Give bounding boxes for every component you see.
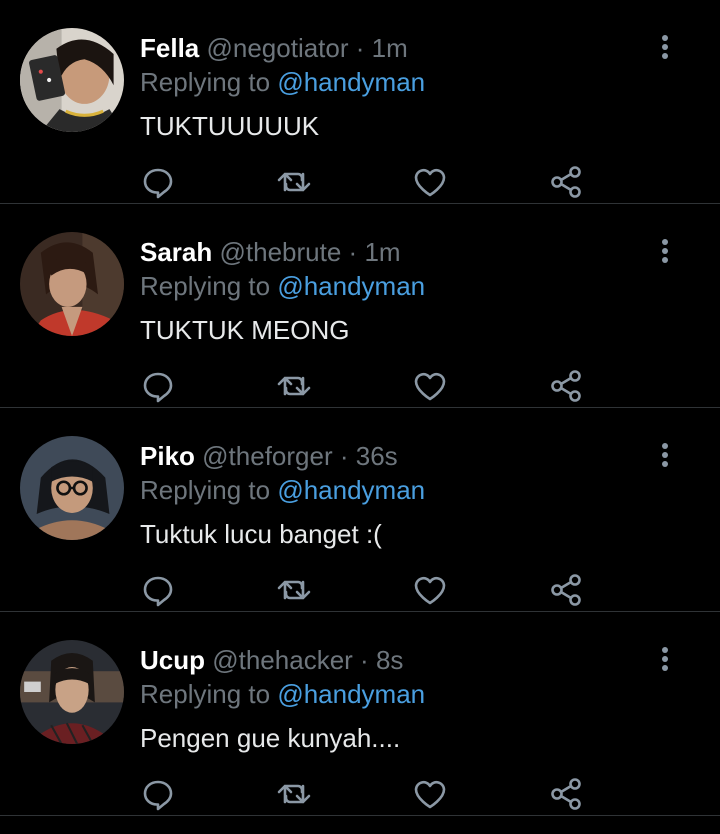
display-name[interactable]: Fella	[140, 33, 199, 63]
heart-icon[interactable]	[410, 366, 450, 406]
display-name[interactable]: Ucup	[140, 645, 205, 675]
tweet-text: Pengen gue kunyah....	[140, 723, 401, 753]
tweet-actions	[0, 774, 720, 814]
reply-icon[interactable]	[138, 162, 178, 202]
mention-link[interactable]: @handyman	[277, 475, 425, 505]
share-icon[interactable]	[546, 162, 586, 202]
timestamp[interactable]: 1m	[364, 237, 400, 267]
replying-to-label: Replying to	[140, 475, 271, 505]
tweet[interactable]: Piko @theforger · 36s Replying to @handy…	[0, 408, 720, 612]
reply-icon[interactable]	[138, 774, 178, 814]
separator-dot: ·	[360, 645, 369, 675]
reply-icon[interactable]	[138, 366, 178, 406]
retweet-icon[interactable]	[274, 774, 314, 814]
timestamp[interactable]: 36s	[356, 441, 398, 471]
tweet-text: Tuktuk lucu banget :(	[140, 519, 382, 549]
tweet-text: TUKTUUUUUK	[140, 111, 320, 141]
heart-icon[interactable]	[410, 570, 450, 610]
heart-icon[interactable]	[410, 774, 450, 814]
replying-to-label: Replying to	[140, 271, 271, 301]
display-name[interactable]: Piko	[140, 441, 195, 471]
replying-to-label: Replying to	[140, 67, 271, 97]
separator-dot: ·	[348, 237, 358, 267]
tweet-header: Ucup @thehacker · 8s	[140, 644, 403, 676]
display-name[interactable]: Sarah	[140, 237, 212, 267]
tweet-header: Sarah @thebrute · 1m	[140, 236, 401, 268]
reply-icon[interactable]	[138, 570, 178, 610]
replying-to-line: Replying to @handyman	[140, 66, 425, 98]
avatar[interactable]	[20, 640, 124, 744]
user-handle[interactable]: @thehacker	[212, 645, 353, 675]
reply-feed: Fella @negotiator · 1m Replying to @hand…	[0, 0, 720, 816]
separator-dot: ·	[339, 441, 349, 471]
tweet-text: TUKTUK MEONG	[140, 315, 350, 345]
mention-link[interactable]: @handyman	[277, 67, 425, 97]
share-icon[interactable]	[546, 570, 586, 610]
tweet-actions	[0, 366, 720, 406]
separator-dot: ·	[355, 33, 365, 63]
share-icon[interactable]	[546, 366, 586, 406]
tweet[interactable]: Fella @negotiator · 1m Replying to @hand…	[0, 0, 720, 204]
retweet-icon[interactable]	[274, 162, 314, 202]
more-vertical-icon[interactable]	[650, 642, 680, 678]
avatar[interactable]	[20, 232, 124, 336]
tweet-actions	[0, 162, 720, 202]
tweet-header: Piko @theforger · 36s	[140, 440, 398, 472]
replying-to-line: Replying to @handyman	[140, 678, 425, 710]
replying-to-label: Replying to	[140, 679, 271, 709]
tweet[interactable]: Ucup @thehacker · 8s Replying to @handym…	[0, 612, 720, 816]
timestamp[interactable]: 8s	[376, 645, 403, 675]
retweet-icon[interactable]	[274, 366, 314, 406]
timestamp[interactable]: 1m	[372, 33, 408, 63]
avatar[interactable]	[20, 28, 124, 132]
share-icon[interactable]	[546, 774, 586, 814]
more-vertical-icon[interactable]	[650, 438, 680, 474]
heart-icon[interactable]	[410, 162, 450, 202]
replying-to-line: Replying to @handyman	[140, 474, 425, 506]
retweet-icon[interactable]	[274, 570, 314, 610]
mention-link[interactable]: @handyman	[277, 679, 425, 709]
more-vertical-icon[interactable]	[650, 30, 680, 66]
more-vertical-icon[interactable]	[650, 234, 680, 270]
replying-to-line: Replying to @handyman	[140, 270, 425, 302]
user-handle[interactable]: @theforger	[202, 441, 332, 471]
mention-link[interactable]: @handyman	[277, 271, 425, 301]
avatar[interactable]	[20, 436, 124, 540]
tweet-header: Fella @negotiator · 1m	[140, 32, 408, 64]
tweet[interactable]: Sarah @thebrute · 1m Replying to @handym…	[0, 204, 720, 408]
user-handle[interactable]: @thebrute	[220, 237, 342, 267]
tweet-actions	[0, 570, 720, 610]
user-handle[interactable]: @negotiator	[206, 33, 348, 63]
